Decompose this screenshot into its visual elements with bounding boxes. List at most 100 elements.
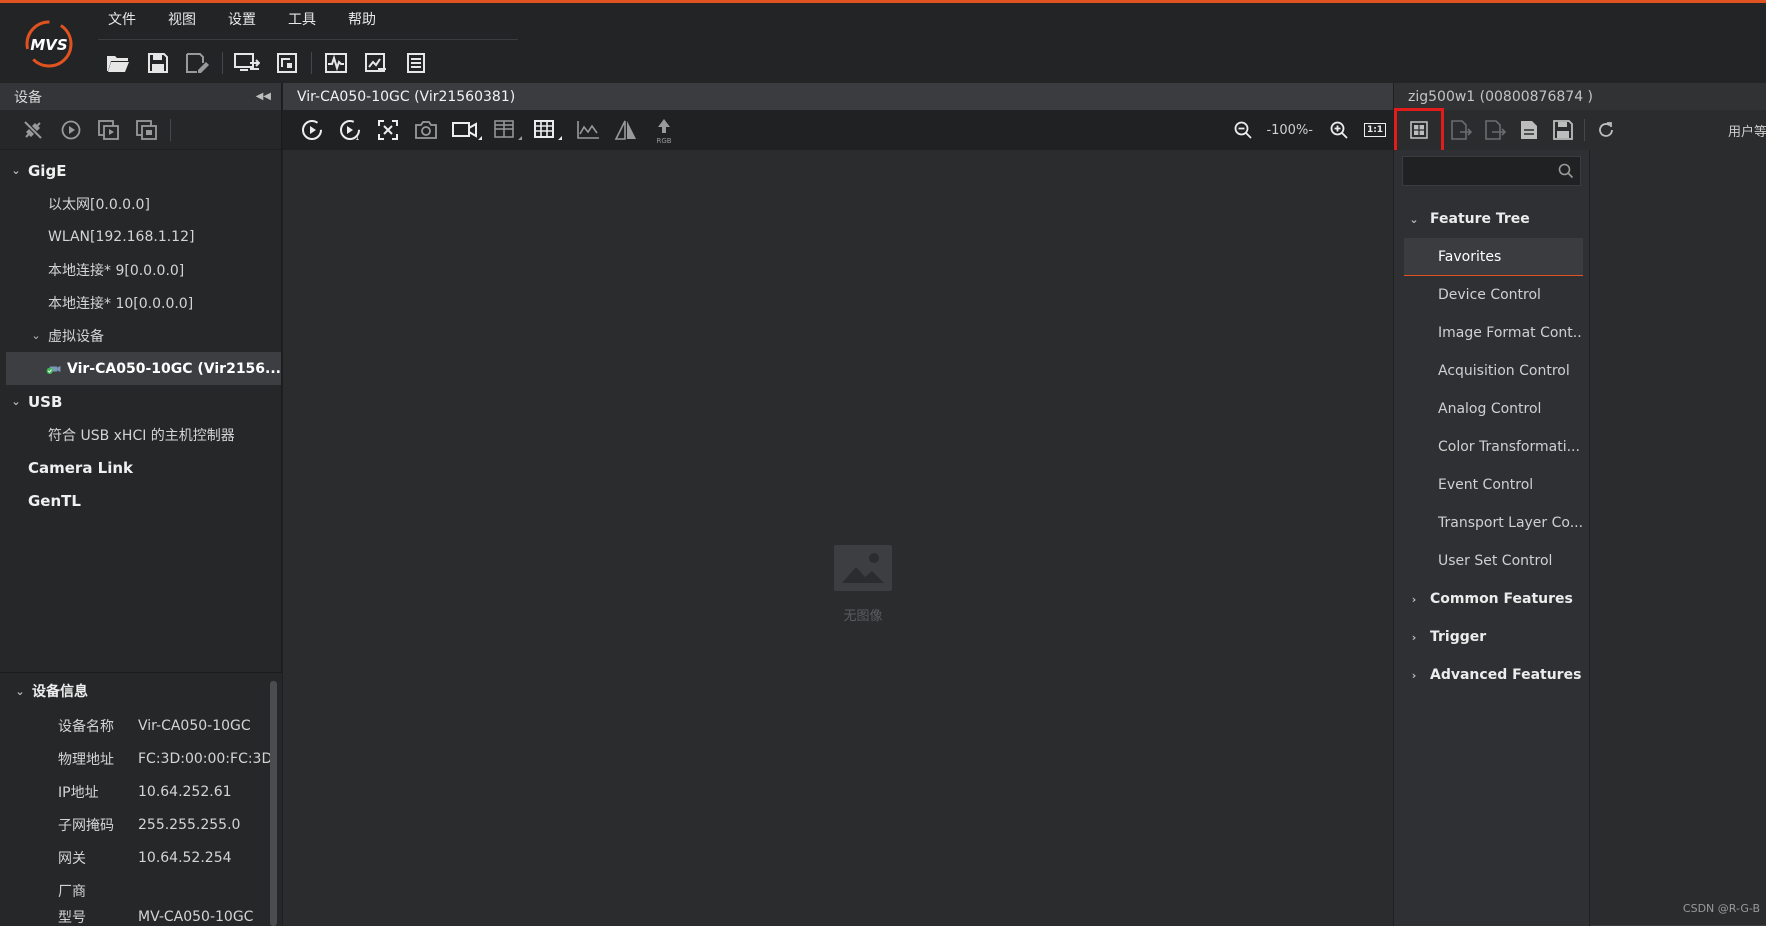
tree-item-wlan[interactable]: WLAN[192.168.1.12] <box>0 220 281 253</box>
feature-item-color-transform[interactable]: Color Transformati... <box>1404 428 1583 466</box>
image-view-panel: Vir-CA050-10GC (Vir21560381) 1 RGB -100%… <box>283 83 1393 926</box>
property-export-button[interactable] <box>356 45 396 81</box>
multi-play-icon <box>98 119 119 140</box>
snapshot-button[interactable] <box>407 112 445 148</box>
chevron-right-icon[interactable]: › <box>1406 669 1422 682</box>
no-image-placeholder: 无图像 <box>808 545 918 624</box>
feature-item-user-set[interactable]: User Set Control <box>1404 542 1583 580</box>
open-folder-button[interactable] <box>98 45 138 81</box>
rgb-button[interactable]: RGB <box>645 112 683 148</box>
feature-search-input[interactable] <box>1403 157 1580 185</box>
menu-view[interactable]: 视图 <box>168 9 196 31</box>
feature-tree-root[interactable]: ⌄ Feature Tree <box>1394 200 1589 238</box>
tree-group-usb[interactable]: ⌄ USB <box>0 385 281 418</box>
main-toolbar <box>98 43 436 83</box>
feature-item-image-format[interactable]: Image Format Cont... <box>1404 314 1583 352</box>
info-value: MV-CA050-10GC <box>138 909 254 925</box>
search-icon[interactable] <box>1558 163 1574 179</box>
menu-settings[interactable]: 设置 <box>228 9 256 31</box>
feature-item-favorites[interactable]: Favorites <box>1404 238 1583 276</box>
tree-item-usb-controller[interactable]: 符合 USB xHCI 的主机控制器 <box>0 418 281 451</box>
info-key: 型号 <box>58 910 86 926</box>
feature-group-advanced[interactable]: › Advanced Features <box>1394 656 1589 694</box>
chevron-down-icon[interactable]: ⌄ <box>8 395 24 408</box>
chevron-down-icon[interactable]: ⌄ <box>1406 213 1422 226</box>
refresh-button[interactable] <box>1589 112 1623 148</box>
monitor-switch-icon <box>234 53 260 71</box>
chevron-right-icon[interactable]: › <box>1406 631 1422 644</box>
device-panel-title: 设备 <box>14 89 42 106</box>
save-button[interactable] <box>138 45 178 81</box>
chevron-down-icon[interactable]: ⌄ <box>28 329 44 342</box>
log-button[interactable] <box>396 45 436 81</box>
feature-group-common[interactable]: › Common Features <box>1394 580 1589 618</box>
image-toolbar: 1 RGB -100%- 1:1 <box>283 110 1393 150</box>
tree-group-gige[interactable]: ⌄ GigE <box>0 154 281 187</box>
save-config-button[interactable] <box>1546 112 1580 148</box>
refresh-icon <box>1599 122 1613 137</box>
actual-size-button[interactable]: 1:1 <box>1357 112 1393 148</box>
toolbar-separator <box>222 52 223 74</box>
menu-divider <box>98 39 518 40</box>
mirror-button[interactable] <box>607 112 645 148</box>
chevron-down-icon[interactable]: ⌄ <box>12 685 28 698</box>
menu-tools[interactable]: 工具 <box>288 9 316 31</box>
chevron-right-icon[interactable]: › <box>1406 593 1422 606</box>
zoom-out-button[interactable] <box>1228 112 1258 148</box>
tree-item-vir-camera[interactable]: Vir-CA050-10GC (Vir2156... <box>6 352 281 385</box>
tree-item-local-9[interactable]: 本地连接* 9[0.0.0.0] <box>0 253 281 286</box>
feature-item-acquisition[interactable]: Acquisition Control <box>1404 352 1583 390</box>
multi-view-button[interactable] <box>90 112 128 148</box>
switch-display-button[interactable] <box>227 45 267 81</box>
chevron-down-icon[interactable]: ⌄ <box>8 164 24 177</box>
feature-item-event[interactable]: Event Control <box>1404 466 1583 504</box>
info-scrollbar[interactable] <box>270 681 277 926</box>
save-as-button[interactable] <box>178 45 218 81</box>
export-features-button[interactable] <box>1478 112 1512 148</box>
multi-stop-button[interactable] <box>128 112 166 148</box>
menu-file[interactable]: 文件 <box>108 9 136 31</box>
tree-item-virtual-devices[interactable]: ⌄ 虚拟设备 <box>0 319 281 352</box>
single-frame-button[interactable]: 1 <box>331 112 369 148</box>
tree-item-label: 以太网[0.0.0.0] <box>48 196 150 213</box>
zoom-in-button[interactable] <box>1321 112 1357 148</box>
import-features-button[interactable] <box>1444 112 1478 148</box>
info-row: IP地址 10.64.252.61 <box>0 775 282 808</box>
collapse-panel-icon[interactable]: ◀◀ <box>256 91 271 102</box>
start-grab-button[interactable] <box>293 112 331 148</box>
image-view-title: Vir-CA050-10GC (Vir21560381) <box>297 88 516 105</box>
info-row: 网关 10.64.52.254 <box>0 841 282 874</box>
crosshair-button[interactable] <box>489 112 529 148</box>
record-button[interactable] <box>445 112 489 148</box>
waveform-button[interactable] <box>316 45 356 81</box>
user-level-label[interactable]: 用户等 <box>1728 110 1766 150</box>
device-panel: 设备 ◀◀ ⌄ GigE 以太网[0.0.0.0] WLAN[192.168.1… <box>0 83 282 926</box>
tree-item-local-10[interactable]: 本地连接* 10[0.0.0.0] <box>0 286 281 319</box>
split-view-button[interactable] <box>529 112 569 148</box>
feature-item-device-control[interactable]: Device Control <box>1404 276 1583 314</box>
fullscreen-button[interactable] <box>267 45 307 81</box>
feature-item-transport[interactable]: Transport Layer Co... <box>1404 504 1583 542</box>
histogram-button[interactable] <box>569 112 607 148</box>
tree-group-gentl[interactable]: GenTL <box>0 484 281 517</box>
menu-help[interactable]: 帮助 <box>348 9 376 31</box>
tree-item-ethernet[interactable]: 以太网[0.0.0.0] <box>0 187 281 220</box>
load-config-button[interactable] <box>1512 112 1546 148</box>
feature-item-analog[interactable]: Analog Control <box>1404 390 1583 428</box>
tree-group-camera-link[interactable]: Camera Link <box>0 451 281 484</box>
disconnect-button[interactable] <box>14 112 52 148</box>
title-bar: MVS 文件 视图 设置 工具 帮助 <box>0 0 1766 83</box>
feature-group-trigger[interactable]: › Trigger <box>1394 618 1589 656</box>
tree-item-label: GigE <box>28 161 67 180</box>
device-info-header[interactable]: ⌄ 设备信息 <box>0 673 282 709</box>
info-key: 物理地址 <box>58 751 114 768</box>
info-value: 10.64.252.61 <box>138 783 232 800</box>
info-value: 255.255.255.0 <box>138 816 241 833</box>
device-tree: ⌄ GigE 以太网[0.0.0.0] WLAN[192.168.1.12] 本… <box>0 150 281 517</box>
stop-grab-button[interactable] <box>369 112 407 148</box>
start-grab-button[interactable] <box>52 112 90 148</box>
feature-item-label: Analog Control <box>1438 401 1542 417</box>
folder-icon <box>107 56 129 72</box>
info-row: 子网掩码 255.255.255.0 <box>0 808 282 841</box>
device-info-panel: ⌄ 设备信息 设备名称 Vir-CA050-10GC 物理地址 FC:3D:00… <box>0 672 282 926</box>
